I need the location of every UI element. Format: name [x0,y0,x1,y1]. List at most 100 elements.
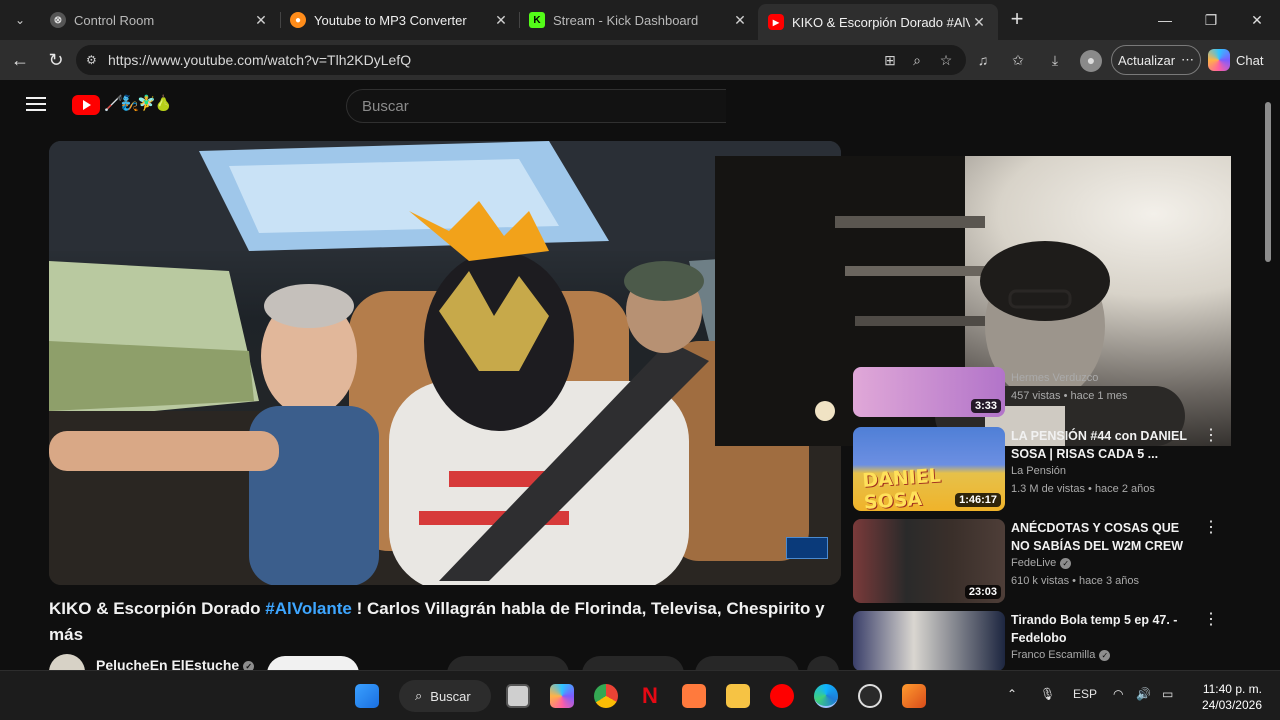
update-label: Actualizar [1117,52,1176,68]
close-window-button[interactable]: ✕ [1242,8,1272,32]
youtube-icon: ▶ [768,14,784,30]
taskbar-search[interactable]: ⌕ Buscar [399,680,491,712]
restore-button[interactable]: ❐ [1196,8,1226,32]
file-explorer-icon[interactable] [726,684,750,708]
zoom-icon[interactable]: ⌕ [907,50,927,70]
downloads-icon[interactable]: ⤓ [1045,50,1065,70]
edge-icon[interactable] [814,684,838,708]
url-text[interactable]: https://www.youtube.com/watch?v=Tlh2KDyL… [108,52,411,68]
wifi-icon[interactable]: ◠ [1113,687,1123,701]
tab-title: Youtube to MP3 Converter [314,12,467,28]
channel-name[interactable]: PelucheEn ElEstuche ✓ [96,657,255,670]
taskbar-search-label: Buscar [430,688,471,704]
site-info-icon[interactable]: ⚙ [86,53,102,67]
update-button[interactable]: Actualizar ⋯ [1111,45,1201,75]
profile-avatar[interactable]: ● [1080,50,1102,72]
recommendation-item[interactable]: DANIEL SOSA 1:46:17 LA PENSIÓN #44 con D… [853,427,1233,513]
extension-icon[interactable]: ♫ [973,50,993,70]
browser-tab-strip: ⌄ ⊗ Control Room ✕ ● Youtube to MP3 Conv… [0,0,1280,40]
close-icon[interactable]: ✕ [970,14,988,31]
chrome-icon[interactable] [594,684,618,708]
reload-button[interactable]: ↻ [44,48,68,72]
language-indicator[interactable]: ESP [1073,687,1097,701]
tab-title: KIKO & Escorpión Dorado #AlVola [792,14,970,30]
grid-icon[interactable]: ⊞ [880,50,900,70]
tab-actions-menu[interactable]: ⌄ [6,6,34,34]
new-tab-button[interactable]: + [1005,8,1029,32]
netflix-icon[interactable]: N [638,684,662,708]
converter-icon: ● [290,12,306,28]
copilot-chat-button[interactable]: Chat [1208,46,1263,74]
hamburger-menu-icon[interactable] [26,97,46,115]
youtube-app-icon[interactable] [770,684,794,708]
like-button[interactable] [447,656,569,670]
recommendation-title[interactable]: LA PENSIÓN #44 con DANIEL SOSA | RISAS C… [1011,427,1201,463]
channel-row: PelucheEn ElEstuche ✓ [49,654,839,670]
more-actions-icon[interactable]: ⋮ [1203,612,1219,628]
video-thumbnail[interactable] [853,611,1005,670]
channel-avatar[interactable] [49,654,85,670]
more-button[interactable] [807,656,839,670]
recommendation-meta: 610 k vistas • hace 3 años [1011,575,1139,587]
recommendation-channel[interactable]: Hermes Verduzco [1011,372,1098,384]
control-room-icon: ⊗ [50,12,66,28]
fl-studio-icon[interactable] [902,684,926,708]
recommendation-item[interactable]: 23:03 ANÉCDOTAS Y COSAS QUE NO SABÍAS DE… [853,519,1233,605]
task-view-icon[interactable] [506,684,530,708]
arrow-left-icon: ← [11,50,29,70]
channel-name-text: FedeLive [1011,557,1057,569]
address-bar[interactable]: ⚙ https://www.youtube.com/watch?v=Tlh2KD… [76,45,966,75]
minimize-button[interactable]: — [1150,8,1180,32]
download-button[interactable] [695,656,799,670]
share-button[interactable] [582,656,684,670]
microphone-icon[interactable]: 🎙 [1040,687,1055,701]
close-icon[interactable]: ✕ [252,12,270,29]
more-actions-icon[interactable]: ⋮ [1203,520,1219,536]
video-thumbnail[interactable]: 23:03 [853,519,1005,603]
recommendation-channel[interactable]: La Pensión [1011,465,1066,477]
recommendation-title[interactable]: ANÉCDOTAS Y COSAS QUE NO SABÍAS DEL W2M … [1011,519,1201,555]
volume-icon[interactable]: 🔊 [1136,687,1151,701]
hashtag-link[interactable]: #AlVolante [265,599,352,618]
verified-icon: ✓ [1099,649,1111,661]
recommendation-item[interactable]: 3:33 Hermes Verduzco 457 vistas • hace 1… [853,367,1233,427]
duration-badge: 1:46:17 [955,493,1001,507]
start-icon[interactable] [355,684,379,708]
close-icon[interactable]: ✕ [731,12,749,29]
back-button[interactable]: ← [8,48,32,72]
more-actions-icon[interactable]: ⋮ [1203,428,1219,444]
youtube-logo[interactable] [72,95,100,115]
app-orange-icon[interactable] [682,684,706,708]
duration-badge: 23:03 [964,585,1001,599]
close-icon[interactable]: ✕ [492,12,510,29]
battery-icon[interactable]: ▭ [1162,687,1173,701]
favorites-icon[interactable]: ✩ [1008,50,1028,70]
recommendation-channel[interactable]: Franco Escamilla ✓ [1011,649,1111,661]
search-input[interactable] [346,89,726,123]
youtube-doodle[interactable]: 🦯🧞🧚‍♂️🍐 [104,94,173,112]
tab-mp3-converter[interactable]: ● Youtube to MP3 Converter ✕ [280,4,520,36]
recommendation-channel[interactable]: FedeLive ✓ [1011,557,1072,569]
video-title: KIKO & Escorpión Dorado #AlVolante ! Car… [49,596,839,648]
favorite-star-icon[interactable]: ☆ [936,50,956,70]
search-icon: ⌕ [415,688,423,703]
recommendation-item[interactable]: Tirando Bola temp 5 ep 47. - Fedelobo Fr… [853,611,1233,670]
tab-youtube-video[interactable]: ▶ KIKO & Escorpión Dorado #AlVola ✕ [758,4,998,40]
subscribe-button[interactable] [267,656,359,670]
tab-kick-dashboard[interactable]: K Stream - Kick Dashboard ✕ [519,4,759,36]
copilot-icon[interactable] [550,684,574,708]
scrollbar-thumb[interactable] [1265,102,1271,262]
browser-toolbar: ← ↻ ⚙ https://www.youtube.com/watch?v=Tl… [0,40,1280,80]
channel-name-text: Franco Escamilla [1011,649,1096,661]
video-thumbnail[interactable]: DANIEL SOSA 1:46:17 [853,427,1005,511]
reload-icon: ↻ [48,50,64,70]
chevron-up-icon[interactable]: ⌃ [1007,687,1017,701]
verified-icon: ✓ [243,660,255,670]
obs-icon[interactable] [858,684,882,708]
system-clock[interactable]: 11:40 p. m. 24/03/2026 [1196,681,1262,713]
video-thumbnail[interactable]: 3:33 [853,367,1005,417]
tab-control-room[interactable]: ⊗ Control Room ✕ [40,4,280,36]
more-icon: ⋯ [1181,52,1195,67]
recommendation-title[interactable]: Tirando Bola temp 5 ep 47. - Fedelobo [1011,611,1201,647]
youtube-page: 🦯🧞🧚‍♂️🍐 [0,80,1280,670]
